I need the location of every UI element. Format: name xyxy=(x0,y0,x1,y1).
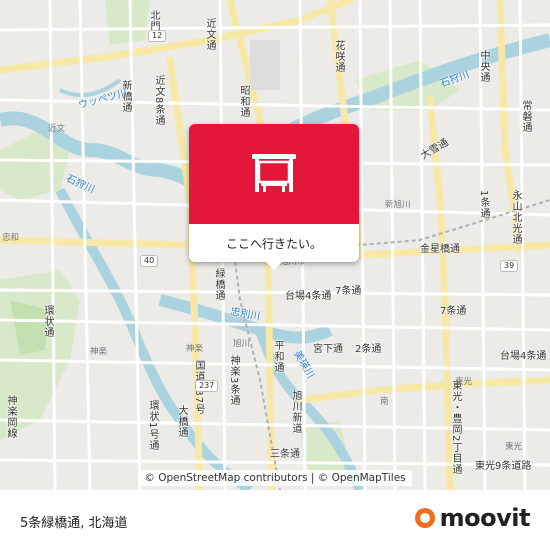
route-shield: 40 xyxy=(140,255,159,267)
road-label: 金星橋通 xyxy=(420,244,460,255)
route-shield: 39 xyxy=(500,260,519,272)
destination-popup[interactable]: ここへ行きたい。 xyxy=(189,124,359,270)
place-label: 南 xyxy=(380,397,389,407)
place-label: 神楽 xyxy=(186,344,204,354)
road-label: 旭川新道 xyxy=(290,390,301,434)
moovit-wordmark: moovit xyxy=(439,504,531,532)
road-label: 環状通 xyxy=(42,305,53,338)
route-shield: 237 xyxy=(195,380,219,392)
road-label: 環状1号通 xyxy=(147,400,158,452)
road-label: 台場4条通 xyxy=(285,291,332,302)
bus-stop-icon xyxy=(252,154,296,192)
place-label: 新旭川 xyxy=(385,200,411,210)
place-label: 東光 xyxy=(505,442,523,452)
place-label: 東光 xyxy=(455,377,473,387)
road-label: 平和通 xyxy=(272,340,283,373)
osm-attribution-link[interactable]: © OpenStreetMap contributors xyxy=(144,472,307,484)
road-label: 神楽3条通 xyxy=(228,355,239,407)
map-attribution: © OpenStreetMap contributors | © OpenMap… xyxy=(0,466,550,490)
road-label: 三条通 xyxy=(270,449,300,460)
road-label: 昭和通 xyxy=(238,85,249,118)
location-title: 5条緑橋通, 北海道 xyxy=(20,516,128,531)
road-label: 宮下通 xyxy=(313,344,343,355)
road-label: 7条通 xyxy=(440,306,467,317)
route-shield: 12 xyxy=(148,30,167,42)
road-label: 近文通 xyxy=(204,18,215,51)
road-label: 神楽岡線 xyxy=(5,395,16,439)
place-label: 忠和 xyxy=(2,233,20,243)
omt-attribution-link[interactable]: © OpenMapTiles xyxy=(318,472,406,484)
attribution-separator: | xyxy=(310,472,315,484)
road-label: 台場4条通 xyxy=(500,351,547,362)
road-label: 大橋通 xyxy=(176,405,187,438)
moovit-pin-icon xyxy=(414,508,435,528)
popup-header xyxy=(189,124,359,224)
road-label: 緑橋通 xyxy=(213,268,224,301)
footer-bar: 5条緑橋通, 北海道 moovit xyxy=(0,490,550,550)
moovit-logo[interactable]: moovit xyxy=(414,504,531,532)
road-label: 1条通 xyxy=(478,190,489,220)
popup-pointer xyxy=(266,262,282,270)
road-label: 中央通 xyxy=(478,50,489,83)
road-label: 近文8条通 xyxy=(153,75,164,127)
place-label: 神楽 xyxy=(90,347,108,357)
map-canvas[interactable]: 北門通 近文通 花咲通 中央通 常磐通 近文8条通 新橋通 昭和通 1条通 永山… xyxy=(0,0,550,490)
road-label: 永山北光通 xyxy=(510,190,521,245)
road-label: 2条通 xyxy=(355,344,382,355)
road-label: 東光・豊岡2丁目通 xyxy=(450,380,461,476)
road-label: 7条通 xyxy=(335,286,362,297)
road-label: 常磐通 xyxy=(520,100,531,133)
map-widget: 北門通 近文通 花咲通 中央通 常磐通 近文8条通 新橋通 昭和通 1条通 永山… xyxy=(0,0,550,550)
road-label: 花咲通 xyxy=(333,40,344,73)
popup-cta-label[interactable]: ここへ行きたい。 xyxy=(189,224,359,262)
place-label: 旭川 xyxy=(233,339,251,349)
place-label: 近文 xyxy=(48,124,66,134)
